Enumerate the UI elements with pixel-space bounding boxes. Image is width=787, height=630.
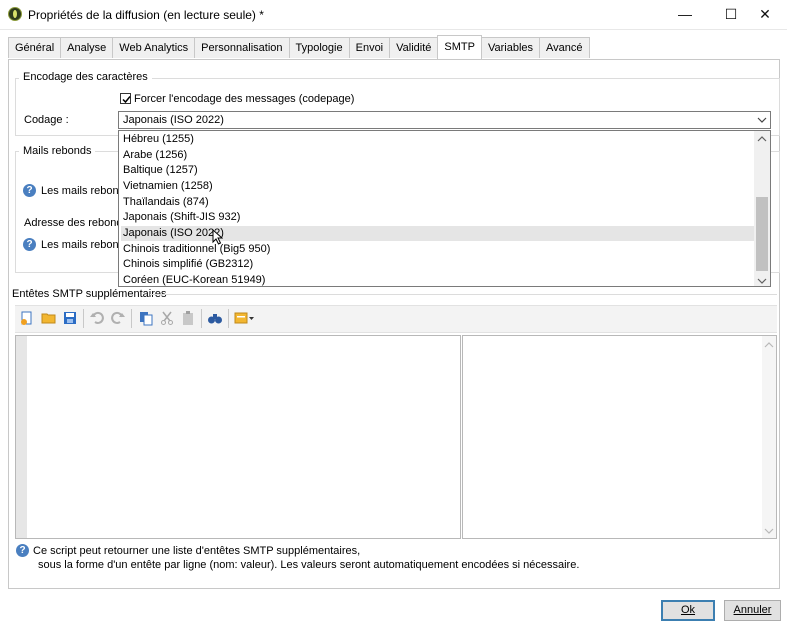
app-icon	[8, 7, 22, 21]
dropdown-option[interactable]: Baltique (1257)	[121, 163, 755, 178]
ok-button-label: Ok	[680, 604, 696, 616]
encoding-legend: Encodage des caractères	[19, 71, 152, 83]
minimize-button[interactable]: —	[663, 2, 707, 26]
paste-icon[interactable]	[180, 310, 196, 326]
undo-icon[interactable]	[89, 310, 105, 326]
smtp-help-line-1: Ce script peut retourner une liste d'ent…	[33, 545, 361, 557]
codage-label: Codage :	[24, 114, 69, 126]
tab-smtp[interactable]: SMTP	[437, 35, 482, 59]
mouse-cursor-icon	[212, 228, 224, 248]
scroll-up-icon[interactable]	[764, 340, 774, 352]
save-icon[interactable]	[62, 310, 78, 326]
copy-icon[interactable]	[138, 310, 154, 326]
tab-personnalisation[interactable]: Personnalisation	[194, 37, 290, 58]
close-button[interactable]: ✕	[743, 2, 787, 26]
smtp-headers-divider	[150, 294, 777, 295]
force-encoding-checkbox[interactable]	[120, 93, 131, 104]
cut-icon[interactable]	[159, 310, 175, 326]
preview-scrollbar[interactable]	[762, 336, 776, 538]
tab-variables[interactable]: Variables	[480, 37, 541, 58]
bounce-help-text-2: Les mails rebonds	[41, 239, 131, 251]
headers-editor-pane[interactable]	[15, 335, 461, 539]
checkmark-icon	[122, 96, 131, 104]
ok-button[interactable]: Ok	[661, 600, 715, 621]
toolbar-separator	[83, 309, 84, 328]
scroll-down-icon[interactable]	[757, 276, 767, 288]
tab-web-analytics[interactable]: Web Analytics	[112, 37, 196, 58]
dropdown-option[interactable]: Arabe (1256)	[121, 148, 755, 163]
scroll-up-icon[interactable]	[757, 134, 767, 146]
toolbar-separator	[201, 309, 202, 328]
tab-avance[interactable]: Avancé	[539, 37, 590, 58]
dropdown-option[interactable]: Chinois simplifié (GB2312)	[121, 257, 755, 272]
open-folder-icon[interactable]	[41, 310, 57, 326]
codage-dropdown-list[interactable]: Hébreu (1255) Arabe (1256) Baltique (125…	[118, 130, 771, 287]
codage-value: Japonais (ISO 2022)	[123, 114, 224, 126]
line-number-gutter	[16, 336, 27, 538]
dropdown-option[interactable]: Japonais (Shift-JIS 932)	[121, 210, 755, 225]
dropdown-option[interactable]: Coréen (EUC-Korean 51949)	[121, 273, 755, 288]
smtp-headers-legend: Entêtes SMTP supplémentaires	[12, 288, 167, 300]
codage-select[interactable]: Japonais (ISO 2022)	[118, 111, 771, 129]
cancel-button-label: Annuler	[733, 604, 772, 616]
dropdown-scrollbar[interactable]	[754, 131, 770, 286]
dropdown-option[interactable]: Hébreu (1255)	[121, 132, 755, 147]
headers-preview-pane[interactable]	[462, 335, 777, 539]
bounce-legend: Mails rebonds	[19, 145, 96, 157]
tab-typologie[interactable]: Typologie	[288, 37, 350, 58]
scroll-down-icon[interactable]	[764, 526, 774, 538]
tab-validite[interactable]: Validité	[389, 37, 439, 58]
dropdown-option[interactable]: Thaïlandais (874)	[121, 195, 755, 210]
tab-general[interactable]: Général	[8, 37, 62, 58]
redo-icon[interactable]	[110, 310, 126, 326]
scrollbar-thumb[interactable]	[756, 197, 768, 271]
smtp-help-line-2: sous la forme d'un entête par ligne (nom…	[38, 559, 580, 571]
dropdown-option[interactable]: Vietnamien (1258)	[121, 179, 755, 194]
title-bar: Propriétés de la diffusion (en lecture s…	[0, 0, 787, 30]
chevron-down-icon[interactable]	[754, 112, 770, 128]
help-icon: ?	[16, 544, 29, 557]
find-icon[interactable]	[207, 310, 223, 326]
bounce-help-text: Les mails rebonds	[41, 185, 131, 197]
help-icon: ?	[23, 184, 36, 197]
toolbar-separator	[131, 309, 132, 328]
new-icon[interactable]	[19, 310, 35, 326]
help-icon: ?	[23, 238, 36, 251]
toolbar-separator	[228, 309, 229, 328]
cancel-button[interactable]: Annuler	[724, 600, 781, 621]
window-title: Propriétés de la diffusion (en lecture s…	[28, 8, 264, 22]
force-encoding-label: Forcer l'encodage des messages (codepage…	[134, 93, 355, 105]
tab-bar: Général Analyse Web Analytics Personnali…	[8, 35, 590, 59]
editor-toolbar	[15, 305, 777, 333]
tab-analyse[interactable]: Analyse	[60, 37, 114, 58]
tab-envoi[interactable]: Envoi	[348, 37, 391, 58]
insert-menu-icon[interactable]	[234, 310, 256, 326]
